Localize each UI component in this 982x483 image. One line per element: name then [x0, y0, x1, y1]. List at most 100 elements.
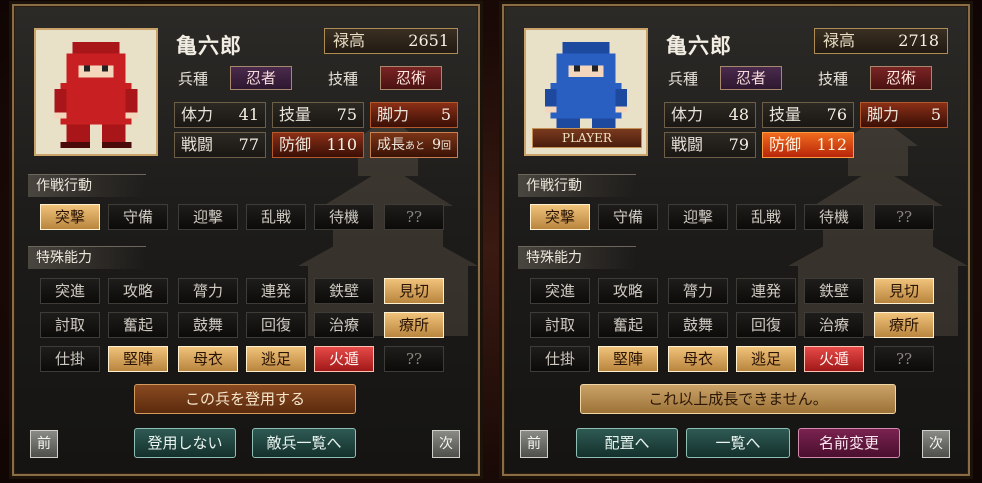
- recruit-unit-button[interactable]: この兵を登用する: [134, 384, 356, 414]
- stat-leg-label: 脚力: [377, 105, 410, 124]
- stat-leg-value: 5: [930, 105, 941, 124]
- unit-portrait: [34, 28, 158, 156]
- special-ability-button[interactable]: 奮起: [598, 312, 658, 338]
- stipend-label: 禄高: [823, 31, 856, 50]
- growth-count: 9: [432, 137, 441, 153]
- special-ability-button[interactable]: 堅陣: [108, 346, 168, 372]
- special-ability-button[interactable]: 攻略: [598, 278, 658, 304]
- special-ability-button[interactable]: 療所: [384, 312, 444, 338]
- special-ability-button[interactable]: 治療: [314, 312, 374, 338]
- special-ability-button[interactable]: 見切: [384, 278, 444, 304]
- special-ability-button[interactable]: 鼓舞: [178, 312, 238, 338]
- tactic-button[interactable]: 突撃: [530, 204, 590, 230]
- special-ability-button[interactable]: 攻略: [108, 278, 168, 304]
- tactic-button[interactable]: 突撃: [40, 204, 100, 230]
- troop-type-badge: 忍者: [720, 66, 782, 90]
- special-ability-button[interactable]: 母衣: [668, 346, 728, 372]
- tactic-button[interactable]: 乱戦: [246, 204, 306, 230]
- tactic-button[interactable]: 待機: [804, 204, 864, 230]
- stat-growth-value: 9回: [432, 133, 451, 159]
- list-button[interactable]: 一覧へ: [686, 428, 790, 458]
- stat-tech-value: 75: [336, 105, 357, 124]
- special-ability-button[interactable]: 膂力: [668, 278, 728, 304]
- stat-tech-value: 76: [826, 105, 847, 124]
- red-ninja-icon: [54, 41, 138, 148]
- special-section-title: 特殊能力: [518, 246, 636, 269]
- special-ability-button[interactable]: 連発: [246, 278, 306, 304]
- tactic-button[interactable]: 迎撃: [178, 204, 238, 230]
- next-button[interactable]: 次: [922, 430, 950, 458]
- special-ability-button[interactable]: 回復: [736, 312, 796, 338]
- tactic-button[interactable]: ??: [384, 204, 444, 230]
- player-unit-panel: PLAYER 亀六郎 禄高 2718 兵種 忍者 技種 忍術 体力 48 技量 …: [502, 4, 970, 476]
- stat-leg-value: 5: [440, 105, 451, 124]
- skill-type-badge: 忍術: [870, 66, 932, 90]
- growth-remaining-text: あと: [405, 141, 425, 152]
- special-ability-button[interactable]: 仕掛: [530, 346, 590, 372]
- tactic-button[interactable]: 迎撃: [668, 204, 728, 230]
- blue-ninja-icon: [544, 41, 628, 131]
- special-ability-button[interactable]: 堅陣: [598, 346, 658, 372]
- stat-tech-label: 技量: [279, 105, 312, 124]
- special-ability-button[interactable]: 討取: [530, 312, 590, 338]
- stat-attack-value: 77: [238, 135, 259, 154]
- tactics-section-title: 作戦行動: [518, 174, 636, 197]
- stat-leg: 脚力 5: [860, 102, 948, 128]
- stipend-value: 2651: [408, 31, 449, 50]
- special-ability-button[interactable]: 回復: [246, 312, 306, 338]
- stat-tech: 技量 75: [272, 102, 364, 128]
- special-ability-button[interactable]: 火遁: [804, 346, 864, 372]
- special-ability-button[interactable]: 討取: [40, 312, 100, 338]
- rename-button[interactable]: 名前変更: [798, 428, 900, 458]
- special-ability-button[interactable]: ??: [874, 346, 934, 372]
- special-ability-button[interactable]: 母衣: [178, 346, 238, 372]
- stat-defense: 防御 112: [762, 132, 854, 158]
- special-ability-button[interactable]: 突進: [40, 278, 100, 304]
- stat-hp-label: 体力: [671, 105, 704, 124]
- growth-label-text: 成長: [377, 137, 405, 153]
- stat-hp-value: 48: [728, 105, 749, 124]
- prev-button[interactable]: 前: [30, 430, 58, 458]
- stat-hp-value: 41: [238, 105, 259, 124]
- special-ability-button[interactable]: 連発: [736, 278, 796, 304]
- special-ability-button[interactable]: 逃足: [246, 346, 306, 372]
- special-ability-button[interactable]: 治療: [804, 312, 864, 338]
- special-ability-button[interactable]: 仕掛: [40, 346, 100, 372]
- stat-hp-label: 体力: [181, 105, 214, 124]
- special-ability-button[interactable]: 鉄壁: [314, 278, 374, 304]
- deploy-button[interactable]: 配置へ: [576, 428, 678, 458]
- special-ability-button[interactable]: 療所: [874, 312, 934, 338]
- stat-leg-label: 脚力: [867, 105, 900, 124]
- stat-defense: 防御 110: [272, 132, 364, 158]
- tactic-button[interactable]: 待機: [314, 204, 374, 230]
- tactic-button[interactable]: ??: [874, 204, 934, 230]
- troop-type-label: 兵種: [178, 70, 209, 88]
- tactic-button[interactable]: 乱戦: [736, 204, 796, 230]
- stat-defense-value: 112: [816, 135, 847, 154]
- tactic-button[interactable]: 守備: [598, 204, 658, 230]
- special-ability-button[interactable]: 膂力: [178, 278, 238, 304]
- stat-attack-label: 戦闘: [671, 135, 704, 154]
- special-ability-button[interactable]: 逃足: [736, 346, 796, 372]
- player-tag: PLAYER: [532, 128, 642, 148]
- special-ability-button[interactable]: 見切: [874, 278, 934, 304]
- special-ability-button[interactable]: ??: [384, 346, 444, 372]
- stat-growth-label: 成長あと: [377, 133, 425, 159]
- stipend-box: 禄高 2718: [814, 28, 948, 54]
- special-ability-button[interactable]: 奮起: [108, 312, 168, 338]
- skill-type-badge: 忍術: [380, 66, 442, 90]
- max-growth-notice: これ以上成長できません。: [580, 384, 896, 414]
- tactic-button[interactable]: 守備: [108, 204, 168, 230]
- prev-button[interactable]: 前: [520, 430, 548, 458]
- special-ability-button[interactable]: 火遁: [314, 346, 374, 372]
- special-ability-button[interactable]: 鼓舞: [668, 312, 728, 338]
- stat-hp: 体力 41: [174, 102, 266, 128]
- decline-recruit-button[interactable]: 登用しない: [134, 428, 236, 458]
- enemy-list-button[interactable]: 敵兵一覧へ: [252, 428, 356, 458]
- tactics-section-title: 作戦行動: [28, 174, 146, 197]
- special-ability-button[interactable]: 鉄壁: [804, 278, 864, 304]
- stat-tech: 技量 76: [762, 102, 854, 128]
- enemy-unit-panel: 亀六郎 禄高 2651 兵種 忍者 技種 忍術 体力 41 技量 75 脚力 5…: [12, 4, 480, 476]
- special-ability-button[interactable]: 突進: [530, 278, 590, 304]
- next-button[interactable]: 次: [432, 430, 460, 458]
